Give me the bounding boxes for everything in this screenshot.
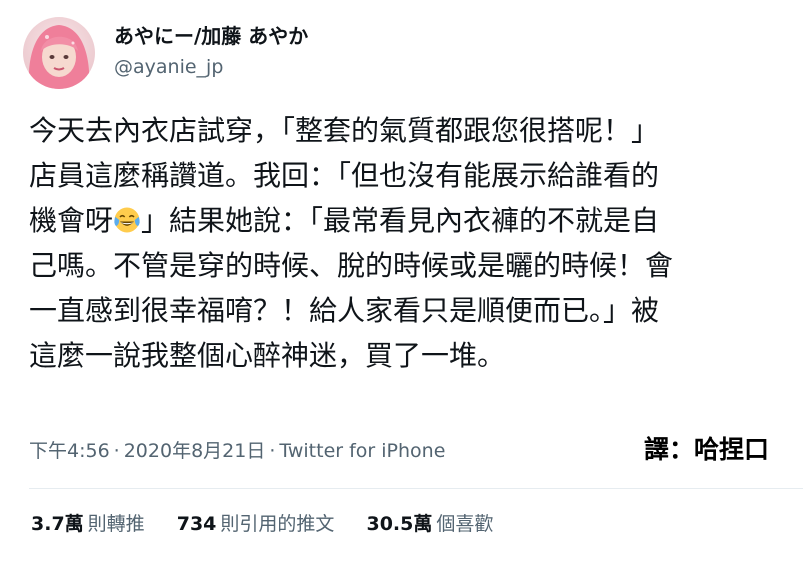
face-with-tears-of-joy-icon	[114, 207, 140, 233]
author-display-name[interactable]: あやにー/加藤 あやか	[114, 21, 308, 51]
likes-stat[interactable]: 30.5萬 個喜歡	[366, 510, 493, 538]
divider	[29, 488, 803, 489]
meta-separator: ·	[113, 440, 120, 462]
tweet-text-line: 一直感到很幸福唷？！給人家看只是順便而已。」被	[29, 294, 660, 327]
avatar-image	[23, 17, 95, 89]
tweet-text-line: 機會呀 」結果她說：「最常看見內衣褲的不就是自	[29, 198, 789, 243]
tweet-text-line: 店員這麼稱讚道。我回：「但也沒有能展示給誰看的	[29, 159, 660, 192]
tweet-text-line: 這麼一說我整個心醉神迷，買了一堆。	[29, 339, 506, 372]
quotes-label: 則引用的推文	[220, 513, 335, 535]
likes-count: 30.5萬	[366, 513, 433, 535]
retweets-label: 則轉推	[87, 513, 145, 535]
author-avatar[interactable]	[23, 17, 95, 89]
quotes-count: 734	[176, 513, 217, 535]
meta-separator: ·	[269, 440, 276, 462]
translator-credit: 譯：哈捏口	[643, 435, 769, 464]
tweet-text: 今天去內衣店試穿，「整套的氣質都跟您很搭呢！」 店員這麼稱讚道。我回：「但也沒有…	[29, 108, 789, 378]
author-handle[interactable]: @ayanie_jp	[114, 54, 223, 80]
tweet-date[interactable]: 2020年8月21日	[124, 440, 266, 462]
likes-label: 個喜歡	[436, 513, 494, 535]
quotes-stat[interactable]: 734 則引用的推文	[177, 510, 335, 538]
tweet-text-line: 己嗎。不管是穿的時候、脫的時候或是曬的時候！會	[29, 249, 674, 282]
tweet-text-line: 今天去內衣店試穿，「整套的氣質都跟您很搭呢！」	[29, 114, 660, 147]
tweet-source[interactable]: Twitter for iPhone	[279, 440, 445, 462]
tweet-metadata: 下午4:56 · 2020年8月21日 · Twitter for iPhone	[29, 437, 445, 465]
tweet-text-segment: 機會呀	[29, 204, 114, 237]
tweet-time[interactable]: 下午4:56	[29, 440, 110, 462]
retweets-count: 3.7萬	[31, 513, 84, 535]
engagement-stats: 3.7萬 則轉推 734 則引用的推文 30.5萬 個喜歡	[31, 510, 519, 538]
tweet-text-segment: 」結果她說：「最常看見內衣褲的不就是自	[141, 204, 660, 237]
tweet-card: あやにー/加藤 あやか @ayanie_jp 今天去內衣店試穿，「整套的氣質都跟…	[0, 0, 803, 563]
retweets-stat[interactable]: 3.7萬 則轉推	[31, 510, 145, 538]
